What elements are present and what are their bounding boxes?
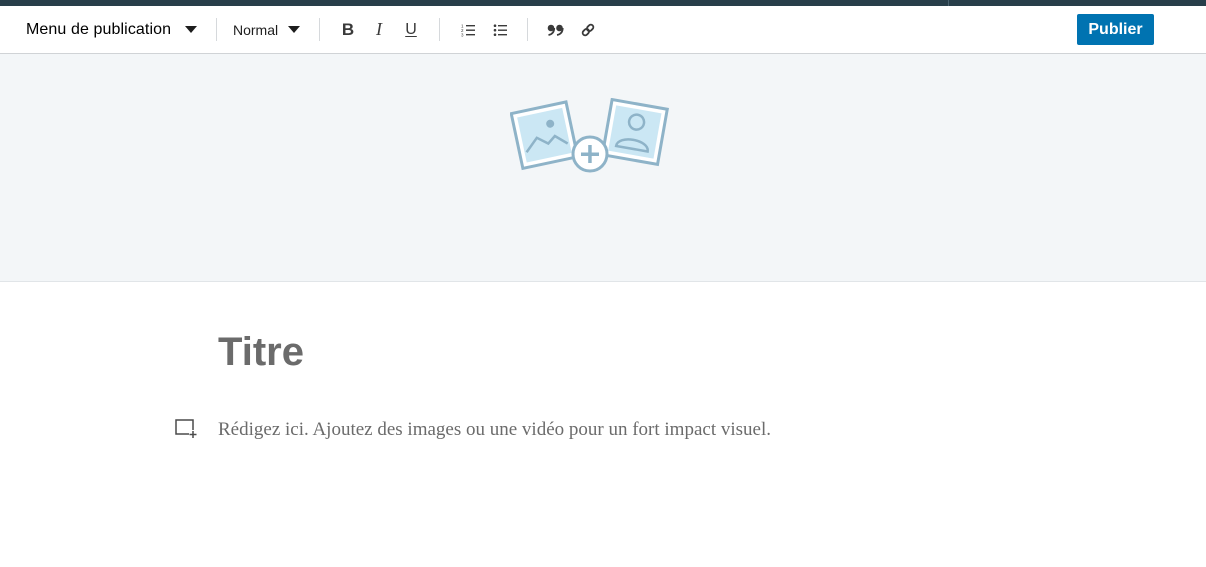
text-style-dropdown[interactable]: Normal [233,6,301,53]
toolbar-separator [527,18,528,41]
insert-media-icon [175,419,197,438]
toolbar-separator [439,18,440,41]
toolbar-separator [216,18,217,41]
publish-button[interactable]: Publier [1077,14,1154,45]
chevron-down-icon [288,26,301,33]
bullet-list-button[interactable] [489,6,513,53]
quote-icon [547,24,564,36]
title-input[interactable]: Titre [218,328,304,376]
chevron-down-icon [185,26,198,33]
italic-button[interactable]: I [367,6,391,53]
bullet-list-icon [493,23,507,36]
toolbar-separator [319,18,320,41]
svg-text:3: 3 [461,32,464,37]
insert-media-button[interactable] [174,417,198,441]
body-editor[interactable]: Rédigez ici. Ajoutez des images ou une v… [218,418,771,442]
link-icon [581,23,595,36]
numbered-list-button[interactable]: 1 2 3 [457,6,481,53]
article-editor-page: Menu de publication Normal B I U 1 2 3 P… [0,0,1206,567]
editor-toolbar: Menu de publication Normal B I U 1 2 3 P… [0,6,1206,54]
link-button[interactable] [576,6,600,53]
publishing-menu-dropdown[interactable]: Menu de publication [26,6,198,53]
cover-image-upload-area[interactable] [0,54,1206,282]
numbered-list-icon: 1 2 3 [461,23,475,37]
quote-button[interactable] [544,6,568,53]
bold-button[interactable]: B [336,6,360,53]
publishing-menu-label: Menu de publication [26,20,172,38]
text-style-label: Normal [233,21,279,38]
add-images-icon [510,98,670,173]
underline-button[interactable]: U [399,6,423,53]
